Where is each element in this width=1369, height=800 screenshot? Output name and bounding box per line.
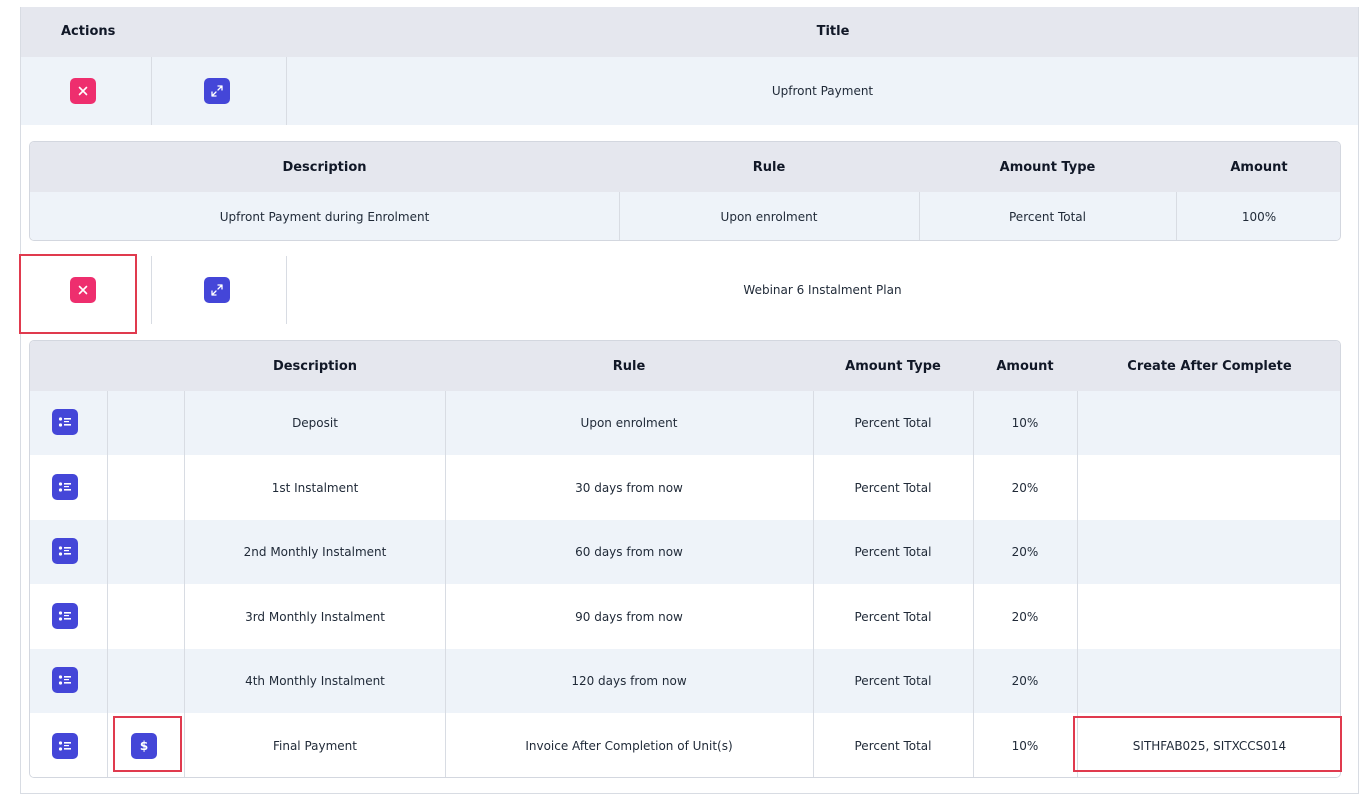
plan-expand-cell	[152, 57, 287, 125]
view-schedule-item-button[interactable]	[52, 733, 78, 759]
row-amount: 20%	[1011, 545, 1039, 559]
row-rule: 30 days from now	[575, 480, 683, 495]
row-rule: 120 days from now	[571, 674, 687, 688]
row-create-after-complete	[1077, 584, 1340, 649]
rule-column-header: Rule	[752, 159, 786, 175]
expand-icon	[211, 284, 223, 296]
column-divider	[919, 192, 920, 240]
column-divider	[619, 192, 620, 240]
plan-row: Upfront Payment	[21, 57, 1358, 125]
view-schedule-item-button[interactable]	[52, 538, 78, 564]
row-amount: 10%	[1011, 416, 1039, 430]
row-amount: 10%	[1011, 739, 1039, 753]
column-divider	[1176, 192, 1177, 240]
expand-icon	[211, 85, 223, 97]
row-description: Upfront Payment during Enrolment	[219, 210, 430, 224]
row-create-after-complete	[1077, 391, 1340, 455]
table-row: 2nd Monthly Instalment 60 days from now …	[30, 520, 1340, 584]
row-description: Final Payment	[272, 739, 357, 753]
plans-table-header: Actions Title	[21, 7, 1358, 57]
row-description: Deposit	[292, 416, 338, 430]
schedule-table: Description Rule Amount Type Amount Upfr…	[29, 141, 1341, 241]
table-row: 3rd Monthly Instalment 90 days from now …	[30, 584, 1340, 649]
list-icon	[58, 741, 71, 751]
plan-actions-cell	[21, 57, 152, 125]
expand-plan-button[interactable]	[204, 78, 230, 104]
row-rule: Upon enrolment	[720, 210, 818, 224]
row-rule: 90 days from now	[575, 609, 683, 624]
row-description: 4th Monthly Instalment	[245, 674, 385, 688]
amount-type-column-header: Amount Type	[999, 159, 1096, 175]
invoice-button[interactable]: $	[131, 733, 157, 759]
row-description: 3rd Monthly Instalment	[245, 609, 385, 624]
table-row: Deposit Upon enrolment Percent Total 10%	[30, 391, 1340, 455]
plan-row: Webinar 6 Instalment Plan	[21, 256, 1358, 324]
plan-actions-cell	[21, 256, 152, 324]
column-divider	[184, 391, 185, 777]
row-create-after-complete	[1077, 455, 1340, 520]
delete-plan-button[interactable]	[70, 277, 96, 303]
row-amount-type: Percent Total	[854, 480, 932, 495]
view-schedule-item-button[interactable]	[52, 603, 78, 629]
view-schedule-item-button[interactable]	[52, 474, 78, 500]
plan-title: Webinar 6 Instalment Plan	[743, 283, 902, 297]
delete-plan-button[interactable]	[70, 78, 96, 104]
close-icon	[78, 86, 88, 96]
view-schedule-item-button[interactable]	[52, 667, 78, 693]
column-divider	[1077, 391, 1078, 777]
row-rule: Invoice After Completion of Unit(s)	[525, 739, 733, 753]
row-amount-type: Percent Total	[854, 545, 932, 559]
table-row: Upfront Payment during Enrolment Upon en…	[30, 192, 1340, 240]
list-icon	[58, 417, 71, 427]
actions-column-header: Actions	[61, 24, 116, 39]
row-amount: 20%	[1011, 674, 1039, 688]
create-after-complete-column-header: Create After Complete	[1127, 358, 1292, 374]
column-divider	[445, 391, 446, 777]
schedule-table: Description Rule Amount Type Amount Crea…	[29, 340, 1341, 778]
row-description: 1st Instalment	[271, 480, 359, 495]
row-amount-type: Percent Total	[854, 609, 932, 624]
title-column-header: Title	[816, 24, 850, 39]
view-schedule-item-button[interactable]	[52, 409, 78, 435]
row-amount-type: Percent Total	[854, 674, 932, 688]
table-row: $ Final Payment Invoice After Completion…	[30, 713, 1340, 777]
list-icon	[58, 482, 71, 492]
column-divider	[813, 391, 814, 777]
row-rule: 60 days from now	[575, 545, 683, 559]
table-row: 1st Instalment 30 days from now Percent …	[30, 455, 1340, 520]
amount-column-header: Amount	[1230, 159, 1288, 175]
row-create-after-complete: SITHFAB025, SITXCCS014	[1132, 739, 1287, 753]
plan-title: Upfront Payment	[771, 84, 874, 98]
row-create-after-complete	[1077, 520, 1340, 584]
rule-column-header: Rule	[612, 358, 646, 374]
row-amount: 20%	[1011, 609, 1039, 624]
description-column-header: Description	[282, 159, 367, 175]
expand-plan-button[interactable]	[204, 277, 230, 303]
row-description: 2nd Monthly Instalment	[243, 545, 387, 559]
column-divider	[973, 391, 974, 777]
amount-type-column-header: Amount Type	[845, 358, 941, 374]
row-amount-type: Percent Total	[1009, 210, 1086, 224]
plan-expand-cell	[152, 256, 287, 324]
row-create-after-complete	[1077, 649, 1340, 713]
close-icon	[78, 285, 88, 295]
row-amount-type: Percent Total	[854, 739, 932, 753]
list-icon	[58, 611, 71, 621]
table-row: 4th Monthly Instalment 120 days from now…	[30, 649, 1340, 713]
dollar-icon: $	[139, 739, 149, 753]
row-amount: 20%	[1011, 480, 1039, 495]
row-rule: Upon enrolment	[580, 416, 678, 430]
row-amount: 100%	[1241, 210, 1277, 224]
list-icon	[58, 675, 71, 685]
list-icon	[58, 546, 71, 556]
column-divider	[107, 391, 108, 777]
row-amount-type: Percent Total	[854, 416, 932, 430]
amount-column-header: Amount	[996, 358, 1054, 374]
description-column-header: Description	[272, 358, 358, 374]
